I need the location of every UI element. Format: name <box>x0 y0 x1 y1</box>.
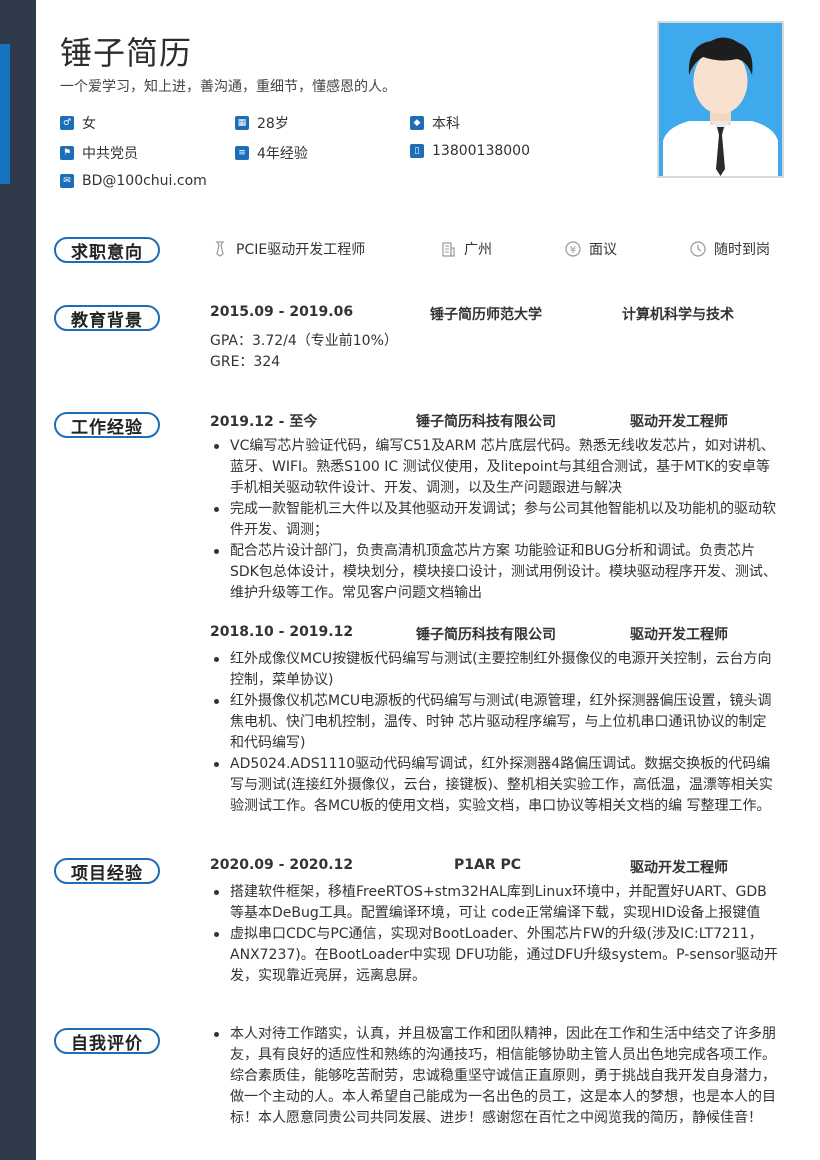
sidebar-accent-bar <box>0 44 10 184</box>
work-2-role: 驱动开发工程师 <box>630 627 728 643</box>
info-experience: ≡ 4年经验 <box>235 143 308 163</box>
intent-salary: ¥ 面议 <box>565 239 617 259</box>
avatar-photo <box>657 21 784 178</box>
work-2-duties: 红外成像仪MCU按键板代码编写与测试(主要控制红外摄像仪的电源开关控制，云台方向… <box>210 649 780 817</box>
section-title-self: 自我评价 <box>54 1028 160 1054</box>
info-gender-value: 女 <box>82 116 96 132</box>
resume-motto: 一个爱学习，知上进，善沟通，重细节，懂感恩的人。 <box>60 79 396 95</box>
section-title-work: 工作经验 <box>54 412 160 438</box>
list-item: 配合芯片设计部门，负责高清机顶盒芯片方案 功能验证和BUG分析和调试。负责芯片S… <box>210 541 780 604</box>
building-icon <box>442 242 455 257</box>
education-gpa: GPA：3.72/4（专业前10%） <box>210 333 398 349</box>
intent-availability-value: 随时到岗 <box>714 242 770 258</box>
document-icon: ≡ <box>235 146 249 160</box>
list-item: 红外摄像仪机芯MCU电源板的代码编写与测试(电源管理，红外探测器偏压设置，镜头调… <box>210 691 780 754</box>
work-1-duties: VC编写芯片验证代码，编写C51及ARM 芯片底层代码。熟悉无线收发芯片，如对讲… <box>210 436 780 604</box>
intent-position: PCIE驱动开发工程师 <box>212 239 365 259</box>
work-1-period: 2019.12 - 至今 <box>210 414 318 430</box>
graduation-cap-icon: ◆ <box>410 116 424 130</box>
gender-icon: ♂ <box>60 116 74 130</box>
intent-city: 广州 <box>440 239 492 259</box>
work-2-company: 锤子简历科技有限公司 <box>416 627 556 643</box>
project-role: 驱动开发工程师 <box>630 860 728 876</box>
tie-icon <box>215 241 225 257</box>
info-degree: ◆ 本科 <box>410 113 460 133</box>
work-1-company: 锤子简历科技有限公司 <box>416 414 556 430</box>
party-flag-icon: ⚑ <box>60 146 74 160</box>
intent-city-value: 广州 <box>464 242 492 258</box>
info-age-value: 28岁 <box>257 116 289 132</box>
info-phone-value: 13800138000 <box>432 143 530 159</box>
work-1-role: 驱动开发工程师 <box>630 414 728 430</box>
self-evaluation: 本人对待工作踏实，认真，并且极富工作和团队精神，因此在工作和生活中结交了许多朋友… <box>210 1024 780 1129</box>
info-gender: ♂ 女 <box>60 113 96 133</box>
phone-icon: ▯ <box>410 144 424 158</box>
education-school: 锤子简历师范大学 <box>430 307 542 323</box>
education-gre: GRE：324 <box>210 354 281 370</box>
work-2-period: 2018.10 - 2019.12 <box>210 624 354 640</box>
info-degree-value: 本科 <box>432 116 460 132</box>
list-item: 虚拟串口CDC与PC通信，实现对BootLoader、外围芯片FW的升级(涉及I… <box>210 924 780 987</box>
info-email-value: BD@100chui.com <box>82 173 207 189</box>
list-item: 搭建软件框架，移植FreeRTOS+stm32HAL库到Linux环境中，并配置… <box>210 882 780 924</box>
calendar-icon: ▦ <box>235 116 249 130</box>
info-email: ✉ BD@100chui.com <box>60 173 207 189</box>
list-item: 红外成像仪MCU按键板代码编写与测试(主要控制红外摄像仪的电源开关控制，云台方向… <box>210 649 780 691</box>
project-period: 2020.09 - 2020.12 <box>210 857 354 873</box>
info-phone: ▯ 13800138000 <box>410 143 530 159</box>
intent-salary-value: 面议 <box>589 242 617 258</box>
project-duties: 搭建软件框架，移植FreeRTOS+stm32HAL库到Linux环境中，并配置… <box>210 882 780 987</box>
education-period: 2015.09 - 2019.06 <box>210 304 354 320</box>
info-politics-value: 中共党员 <box>82 146 138 162</box>
education-major: 计算机科学与技术 <box>622 307 734 323</box>
list-item: VC编写芯片验证代码，编写C51及ARM 芯片底层代码。熟悉无线收发芯片，如对讲… <box>210 436 780 499</box>
section-title-project: 项目经验 <box>54 858 160 884</box>
list-item: 完成一款智能机三大件以及其他驱动开发调试；参与公司其他智能机以及功能机的驱动软件… <box>210 499 780 541</box>
intent-availability: 随时到岗 <box>690 239 770 259</box>
section-title-intent: 求职意向 <box>54 237 160 263</box>
intent-position-value: PCIE驱动开发工程师 <box>236 242 366 258</box>
yen-icon: ¥ <box>565 241 581 257</box>
section-title-education: 教育背景 <box>54 305 160 331</box>
avatar-illustration <box>659 23 782 176</box>
email-icon: ✉ <box>60 174 74 188</box>
info-age: ▦ 28岁 <box>235 113 289 133</box>
list-item: 本人对待工作踏实，认真，并且极富工作和团队精神，因此在工作和生活中结交了许多朋友… <box>210 1024 780 1129</box>
info-politics: ⚑ 中共党员 <box>60 143 138 163</box>
resume-name: 锤子简历 <box>60 34 193 72</box>
info-experience-value: 4年经验 <box>257 146 308 162</box>
svg-text:¥: ¥ <box>570 245 576 256</box>
list-item: AD5024.ADS1110驱动代码编写调试，红外探测器4路偏压调试。数据交换板… <box>210 754 780 817</box>
clock-icon <box>690 241 706 257</box>
project-name: P1AR PC <box>454 857 522 873</box>
